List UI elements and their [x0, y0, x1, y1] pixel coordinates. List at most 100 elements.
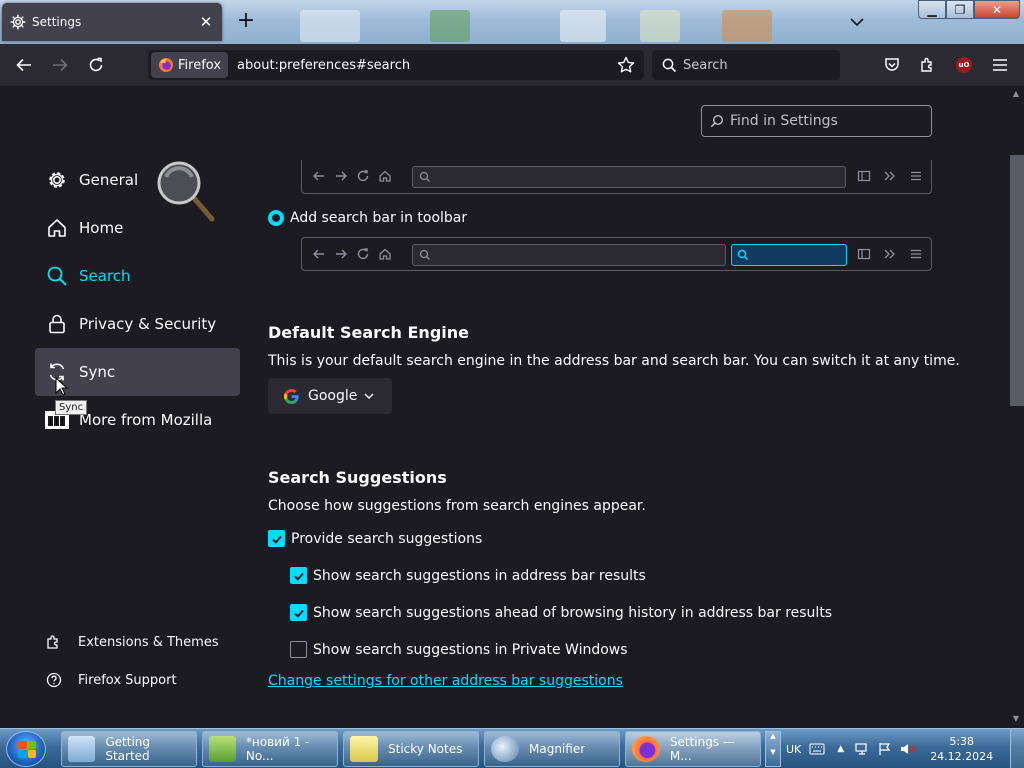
chevron-down-icon — [364, 393, 374, 400]
show-desktop-button[interactable] — [1010, 729, 1024, 768]
private-windows-option[interactable]: Show search suggestions in Private Windo… — [290, 641, 628, 658]
keyboard-icon[interactable] — [809, 743, 825, 755]
page-scrollbar[interactable]: ▲ ▼ — [1007, 86, 1024, 728]
reload-button[interactable] — [84, 53, 108, 77]
minimize-button[interactable]: ▁ — [918, 0, 946, 19]
footer-item-label: Firefox Support — [78, 672, 177, 688]
address-bar-suggestions-checkbox[interactable] — [290, 567, 307, 584]
google-logo-icon — [283, 388, 299, 404]
task-label: Settings — M... — [669, 735, 735, 763]
sidebar-item-label: Privacy & Security — [79, 315, 217, 333]
provide-suggestions-checkbox[interactable] — [268, 530, 285, 547]
default-engine-description: This is your default search engine in th… — [268, 353, 960, 369]
home-icon — [45, 216, 69, 240]
taskbar-item-magnifier[interactable]: Magnifier — [484, 731, 620, 767]
action-center-flag-icon[interactable] — [878, 742, 892, 756]
new-tab-button[interactable]: + — [234, 9, 258, 33]
taskbar-scroll-buttons[interactable]: ▲ ▼ — [765, 731, 781, 767]
task-label: Getting Started — [105, 735, 151, 763]
close-tab-icon[interactable]: ✕ — [198, 13, 214, 31]
suggestions-ahead-checkbox[interactable] — [290, 604, 307, 621]
extensions-themes-link[interactable]: Extensions & Themes — [45, 623, 219, 661]
reload-icon — [89, 57, 103, 72]
forward-button[interactable] — [48, 53, 72, 77]
provide-suggestions-option[interactable]: Provide search suggestions — [268, 530, 482, 547]
bookmark-star-icon[interactable] — [616, 55, 636, 75]
sidebar-item-label: General — [79, 171, 139, 189]
search-icon — [710, 114, 724, 128]
address-bar-suggestions-option[interactable]: Show search suggestions in address bar r… — [290, 567, 646, 584]
identity-box[interactable]: Firefox — [151, 52, 229, 78]
language-indicator[interactable]: UK — [786, 743, 801, 756]
navigation-toolbar: Firefox about:preferences#search Search … — [0, 44, 1024, 86]
sidebar-item-label: Sync — [79, 363, 116, 381]
preview-nav-icons — [312, 169, 392, 183]
suggestions-ahead-option[interactable]: Show search suggestions ahead of browsin… — [290, 604, 832, 621]
tab-list-chevron-icon[interactable] — [846, 12, 868, 32]
task-label: Magnifier — [529, 742, 586, 756]
find-in-settings-input[interactable]: Find in Settings — [701, 105, 932, 137]
taskbar-item-sticky-notes[interactable]: Sticky Notes — [343, 731, 479, 767]
app-menu-button[interactable] — [990, 55, 1010, 75]
add-search-bar-option[interactable]: Add search bar in toolbar — [268, 210, 467, 226]
footer-item-label: Extensions & Themes — [78, 634, 219, 650]
show-hidden-icons-button[interactable]: ▲ — [837, 744, 844, 754]
private-windows-checkbox[interactable] — [290, 641, 307, 658]
preview-right-icons — [857, 247, 923, 261]
taskbar-item-firefox[interactable]: Settings — M... — [625, 731, 761, 767]
search-placeholder: Search — [683, 57, 728, 73]
clock[interactable]: 5:38 24.12.2024 — [930, 734, 993, 764]
lock-icon — [45, 312, 69, 336]
default-engine-dropdown[interactable]: Google — [268, 378, 392, 414]
back-arrow-icon — [313, 249, 324, 259]
url-text[interactable]: about:preferences#search — [237, 58, 616, 73]
reload-icon — [357, 170, 369, 182]
scroll-up-icon[interactable]: ▲ — [1011, 89, 1021, 99]
puzzle-icon — [45, 633, 63, 651]
pocket-icon — [885, 58, 899, 71]
other-suggestions-link[interactable]: Change settings for other address bar su… — [268, 673, 623, 689]
scrollbar-thumb[interactable] — [1010, 155, 1024, 406]
back-arrow-icon — [313, 171, 324, 181]
sidebar-footer: Extensions & Themes Firefox Support — [45, 623, 219, 699]
ublock-button[interactable]: uO — [954, 55, 974, 75]
network-icon[interactable] — [854, 742, 870, 756]
default-engine-heading: Default Search Engine — [268, 323, 469, 342]
hamburger-menu-icon — [911, 171, 921, 181]
firefox-support-link[interactable]: Firefox Support — [45, 661, 219, 699]
preview-nav-icons — [312, 247, 392, 261]
default-engine-value: Google — [308, 388, 358, 404]
tab-settings[interactable]: Settings ✕ — [2, 3, 222, 41]
sidebar-item-privacy[interactable]: Privacy & Security — [35, 300, 240, 348]
window-controls: ▁ ❐ ✕ — [918, 0, 1020, 19]
mouse-cursor-icon — [55, 377, 69, 396]
provide-suggestions-label: Provide search suggestions — [291, 530, 483, 547]
address-bar[interactable]: Firefox about:preferences#search — [148, 50, 644, 80]
maximize-button[interactable]: ❐ — [946, 0, 974, 19]
toolbar-search-bar[interactable]: Search — [652, 50, 840, 80]
back-button[interactable] — [12, 53, 36, 77]
add-search-bar-radio[interactable] — [268, 210, 284, 226]
firefox-logo-icon — [159, 58, 173, 72]
taskbar-item-notepadpp[interactable]: *новий 1 - No... — [202, 731, 338, 767]
sidebar-item-search[interactable]: Search — [35, 252, 240, 300]
scroll-down-icon[interactable]: ▼ — [1011, 714, 1021, 724]
close-window-button[interactable]: ✕ — [974, 0, 1020, 19]
taskbar-item-getting-started[interactable]: Getting Started — [61, 731, 197, 767]
magnifier-lens-icon — [157, 161, 215, 222]
gear-icon — [10, 14, 26, 30]
volume-muted-icon[interactable] — [900, 742, 916, 756]
toolbar-preview-with-search — [301, 237, 932, 271]
start-button[interactable] — [6, 731, 46, 767]
extensions-button[interactable] — [918, 55, 938, 75]
pocket-button[interactable] — [882, 55, 902, 75]
windows-taskbar: Getting Started *новий 1 - No... Sticky … — [0, 728, 1024, 768]
forward-arrow-icon — [336, 171, 347, 181]
sidebar-icon — [857, 170, 871, 182]
task-label: *новий 1 - No... — [245, 735, 310, 763]
sidebar-item-label: Home — [79, 219, 124, 237]
checkmark-icon — [293, 572, 304, 581]
sidebar-icon — [857, 248, 871, 260]
settings-page: Find in Settings General Home Search Pri… — [0, 86, 1024, 728]
search-icon — [419, 249, 430, 260]
